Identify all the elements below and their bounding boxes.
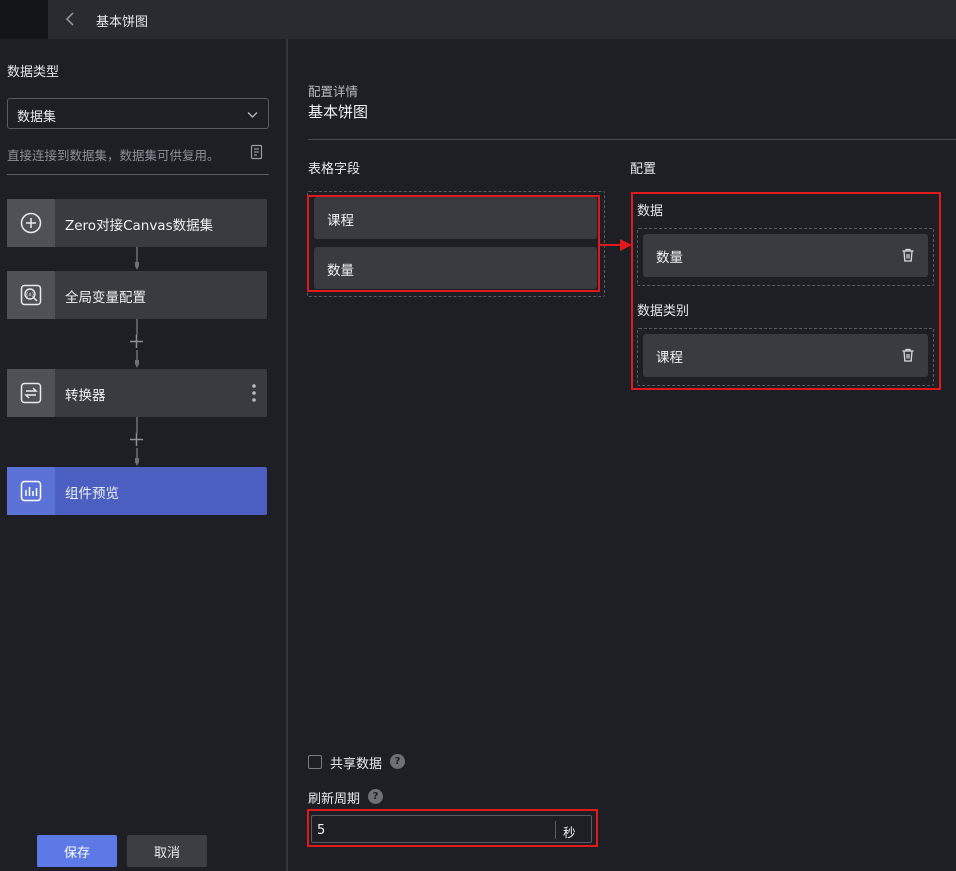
- highlight-box-fields: [307, 195, 600, 292]
- top-bar: 基本饼图: [0, 0, 956, 39]
- help-question-icon[interactable]: ?: [390, 754, 405, 769]
- config-header: 配置: [630, 162, 657, 177]
- node-label: 组件预览: [65, 486, 119, 502]
- hint-underline: [7, 174, 269, 175]
- config-detail-label: 配置详情: [308, 84, 359, 99]
- transform-icon: [20, 382, 42, 404]
- section-divider: [308, 139, 956, 140]
- node-component-preview[interactable]: 组件预览: [7, 467, 267, 515]
- svg-text:{x}: {x}: [25, 292, 34, 298]
- category-slot-label: 数据类别: [637, 304, 690, 319]
- add-node-plus-icon[interactable]: [128, 333, 145, 350]
- page-title: 基本饼图: [96, 15, 149, 30]
- node-label: 全局变量配置: [65, 290, 146, 306]
- node-icon-box: [7, 467, 55, 515]
- node-icon-box: [7, 369, 55, 417]
- share-data-label: 共享数据: [330, 757, 383, 772]
- global-variable-icon: {x}: [20, 284, 42, 306]
- refresh-period-label: 刷新周期: [308, 792, 361, 807]
- connector-arrow: [135, 247, 139, 270]
- chart-preview-icon: [20, 480, 42, 502]
- data-slot-item[interactable]: 数量: [643, 234, 928, 277]
- slot-value: 数量: [656, 250, 683, 266]
- more-vertical-icon[interactable]: [251, 383, 257, 403]
- data-type-value: 数据集: [17, 110, 57, 125]
- node-label: Zero对接Canvas数据集: [65, 218, 214, 234]
- data-slot-label: 数据: [637, 204, 664, 219]
- add-node-plus-icon[interactable]: [128, 431, 145, 448]
- trash-icon[interactable]: [900, 247, 916, 263]
- app-corner: [0, 0, 48, 39]
- connector-arrow: [135, 448, 139, 466]
- trash-icon[interactable]: [900, 347, 916, 363]
- table-fields-header: 表格字段: [308, 162, 361, 177]
- node-global-variable-config[interactable]: {x} 全局变量配置: [7, 271, 267, 319]
- share-data-checkbox[interactable]: [308, 755, 322, 769]
- node-converter[interactable]: 转换器: [7, 369, 267, 417]
- back-arrow-icon[interactable]: [62, 10, 80, 28]
- data-type-label: 数据类型: [7, 65, 60, 80]
- annotation-arrow: [598, 239, 632, 251]
- panel-divider: [286, 39, 288, 871]
- data-type-hint: 直接连接到数据集，数据集可供复用。: [7, 148, 220, 163]
- node-icon-box: [7, 199, 55, 247]
- node-zero-canvas-dataset[interactable]: Zero对接Canvas数据集: [7, 199, 267, 247]
- highlight-box-refresh: [307, 809, 598, 847]
- connector-arrow: [135, 350, 139, 368]
- plus-circle-icon: [20, 212, 42, 234]
- data-type-select[interactable]: 数据集: [7, 98, 269, 129]
- cancel-button[interactable]: 取消: [127, 835, 207, 867]
- document-icon[interactable]: [249, 144, 265, 160]
- node-icon-box: {x}: [7, 271, 55, 319]
- category-slot-item[interactable]: 课程: [643, 334, 928, 377]
- node-label: 转换器: [65, 388, 106, 404]
- chevron-down-icon: [247, 112, 258, 118]
- save-button[interactable]: 保存: [37, 835, 117, 867]
- help-question-icon[interactable]: ?: [368, 789, 383, 804]
- slot-value: 课程: [656, 350, 683, 366]
- config-detail-value: 基本饼图: [308, 103, 369, 121]
